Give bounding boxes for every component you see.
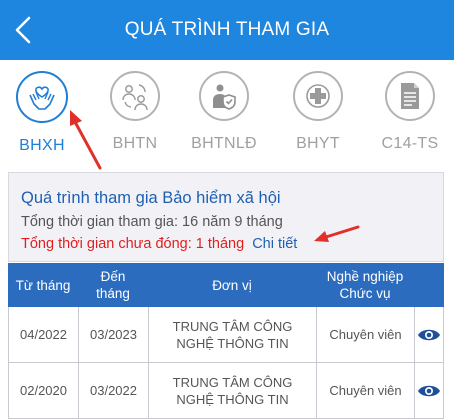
hands-heart-icon: [29, 86, 55, 110]
tab-label: BHTNLĐ: [191, 135, 257, 152]
table-row[interactable]: 04/2022 03/2023 TRUNG TÂM CÔNG NGHỆ THÔN…: [8, 307, 444, 363]
view-details-button[interactable]: [414, 307, 444, 362]
summary-title: Quá trình tham gia Bảo hiểm xã hội: [21, 189, 281, 207]
cell-unit: TRUNG TÂM CÔNG NGHỆ THÔNG TIN: [148, 363, 316, 418]
tab-label: BHYT: [296, 135, 340, 152]
column-header-position: Nghề nghiệp Chức vụ: [326, 269, 404, 301]
medical-cross-icon: [306, 84, 330, 108]
tab-bhtnld[interactable]: BHTNLĐ: [184, 71, 264, 153]
unpaid-time-line: Tổng thời gian chưa đóng: 1 tháng Chi tiế…: [21, 236, 429, 252]
cell-unit: TRUNG TÂM CÔNG NGHỆ THÔNG TIN: [148, 307, 316, 362]
cell-position: Chuyên viên: [316, 363, 414, 418]
tab-bhxh[interactable]: BHXH: [2, 71, 82, 155]
back-button[interactable]: [8, 12, 38, 48]
page-title: QUÁ TRÌNH THAM GIA: [124, 19, 330, 40]
tab-label: BHXH: [19, 137, 65, 154]
eye-icon: [418, 385, 440, 396]
detail-link[interactable]: Chi tiết: [252, 236, 297, 252]
table-header: Từ tháng Đến tháng Đơn vị Nghề nghiệp Ch…: [8, 263, 444, 307]
total-participation-time: Tổng thời gian tham gia: 16 năm 9 tháng: [21, 214, 283, 230]
chevron-left-icon: [15, 16, 31, 44]
column-header-from: Từ tháng: [15, 277, 71, 293]
insurance-tabs: BHXH BHTN BHTNLĐ BHYT C14-TS: [0, 60, 454, 168]
unpaid-time: Tổng thời gian chưa đóng: 1 tháng: [21, 236, 245, 252]
cell-to: 03/2022: [78, 363, 148, 418]
participation-summary: Quá trình tham gia Bảo hiểm xã hội Tổng …: [8, 172, 444, 262]
column-header-unit: Đơn vị: [212, 277, 252, 293]
view-details-button[interactable]: [414, 363, 444, 418]
document-icon: [401, 83, 419, 109]
tab-bhtn[interactable]: BHTN: [95, 71, 175, 153]
eye-icon: [418, 329, 440, 340]
column-header-action: [414, 263, 444, 307]
table-row[interactable]: 02/2020 03/2022 TRUNG TÂM CÔNG NGHỆ THÔN…: [8, 363, 444, 419]
tab-bhyt[interactable]: BHYT: [278, 71, 358, 153]
cell-to: 03/2023: [78, 307, 148, 362]
tab-label: C14-TS: [381, 135, 439, 152]
tab-label: BHTN: [112, 135, 158, 152]
column-header-to: Đến tháng: [96, 269, 130, 301]
cell-position: Chuyên viên: [316, 307, 414, 362]
worker-shield-icon: [213, 84, 236, 110]
cell-from: 02/2020: [8, 363, 78, 418]
tab-c14ts[interactable]: C14-TS: [370, 71, 450, 153]
people-exchange-icon: [122, 84, 148, 111]
participation-table: Từ tháng Đến tháng Đơn vị Nghề nghiệp Ch…: [8, 263, 444, 419]
cell-from: 04/2022: [8, 307, 78, 362]
app-header: QUÁ TRÌNH THAM GIA: [0, 0, 454, 60]
